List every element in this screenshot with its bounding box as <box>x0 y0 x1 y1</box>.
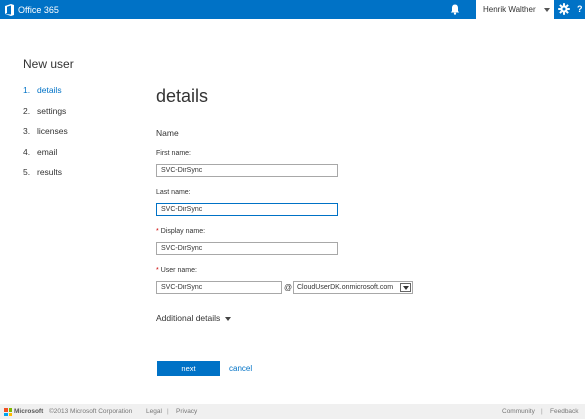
privacy-link[interactable]: Privacy <box>176 404 197 419</box>
last-name-field[interactable] <box>156 203 338 216</box>
step-number: 4. <box>23 146 31 157</box>
user-name-label: * User name: <box>156 267 197 274</box>
last-name-label: Last name: <box>156 189 191 196</box>
dropdown-arrow-icon[interactable] <box>400 283 411 292</box>
step-number: 2. <box>23 105 31 116</box>
legal-link[interactable]: Legal <box>146 404 162 419</box>
notification-bell-icon[interactable] <box>450 4 460 15</box>
cancel-link[interactable]: cancel <box>229 364 252 373</box>
step-email[interactable]: 4. email <box>23 146 68 167</box>
microsoft-brand: Microsoft <box>14 408 44 415</box>
page-title: New user <box>23 57 74 71</box>
user-name-label-text: User name: <box>160 267 197 274</box>
additional-details-label: Additional details <box>156 313 221 323</box>
step-label: details <box>37 85 62 95</box>
user-name: Henrik Walther <box>483 5 536 14</box>
footer-separator: | <box>167 408 169 415</box>
display-name-label-text: Display name: <box>160 228 206 235</box>
wizard-steps: 1. details 2. settings 3. licenses 4. email … <box>23 84 68 187</box>
first-name-label: First name: <box>156 150 192 157</box>
display-name-field[interactable] <box>156 242 338 255</box>
top-bar: Office 365 Henrik Walther ? <box>0 0 585 19</box>
app-name: Office 365 <box>18 4 59 15</box>
next-button[interactable]: next <box>157 361 220 376</box>
step-number: 5. <box>23 167 31 177</box>
step-licenses[interactable]: 3. licenses <box>23 125 68 146</box>
additional-details-toggle[interactable]: Additional details <box>156 313 232 323</box>
copyright: ©2013 Microsoft Corporation <box>49 408 133 415</box>
user-menu[interactable]: Henrik Walther <box>476 0 554 19</box>
step-label: licenses <box>37 126 68 136</box>
step-label: results <box>37 167 63 177</box>
footer: Microsoft ©2013 Microsoft Corporation Le… <box>0 404 585 419</box>
footer-separator: | <box>541 408 543 415</box>
community-link[interactable]: Community <box>502 404 535 419</box>
help-icon[interactable]: ? <box>577 0 583 19</box>
name-group-label: Name <box>156 128 179 138</box>
step-settings[interactable]: 2. settings <box>23 105 68 126</box>
required-marker: * <box>156 267 159 274</box>
domain-select[interactable]: CloudUserDK.onmicrosoft.com <box>293 281 413 294</box>
feedback-link[interactable]: Feedback <box>550 404 579 419</box>
microsoft-logo-icon <box>4 408 12 416</box>
section-title: details <box>156 86 209 106</box>
at-sign: @ <box>284 283 293 292</box>
chevron-down-icon <box>225 316 232 321</box>
office-logo-icon <box>5 3 14 16</box>
user-name-field[interactable] <box>156 281 282 294</box>
first-name-field[interactable] <box>156 164 338 177</box>
step-results[interactable]: 5. results <box>23 166 68 187</box>
office-logo[interactable]: Office 365 <box>4 3 59 16</box>
step-number: 3. <box>23 126 31 136</box>
gear-icon[interactable] <box>558 3 570 15</box>
chevron-down-icon <box>544 8 550 12</box>
step-label: settings <box>37 105 67 116</box>
domain-value: CloudUserDK.onmicrosoft.com <box>297 284 394 291</box>
display-name-label: * Display name: <box>156 228 205 235</box>
step-number: 1. <box>23 85 31 95</box>
step-label: email <box>37 146 58 157</box>
required-marker: * <box>156 228 159 235</box>
step-details[interactable]: 1. details <box>23 84 68 105</box>
